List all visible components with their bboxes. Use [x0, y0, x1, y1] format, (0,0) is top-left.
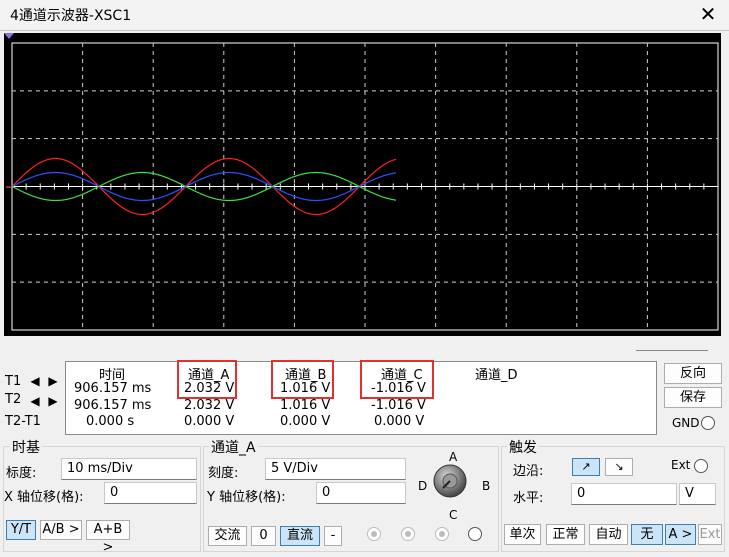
waveform-plot: [4, 33, 719, 331]
t2-t1-channel-a: 0.000 V: [184, 414, 235, 429]
t1-right-arrow-icon[interactable]: ▶: [45, 373, 61, 389]
minus-button[interactable]: -: [324, 526, 342, 546]
timebase-title: 时基: [10, 437, 42, 457]
ac-coupling-button[interactable]: 交流: [208, 526, 247, 546]
channel-radio-3[interactable]: [435, 527, 449, 541]
channel-scale-field[interactable]: 5 V/Div: [265, 458, 406, 480]
window-title: 4通道示波器-XSC1: [10, 8, 132, 24]
t2-channel-a: 2.032 V: [184, 398, 235, 413]
trigger-level-unit[interactable]: V: [679, 483, 716, 505]
t2-t1-label: T2-T1: [5, 414, 41, 429]
trigger-level-field[interactable]: 0: [571, 483, 677, 505]
channel-selector-knob-icon[interactable]: [432, 463, 468, 499]
falling-edge-button[interactable]: ↘: [605, 458, 633, 476]
rising-edge-button[interactable]: ↗: [572, 458, 600, 476]
x-offset-field[interactable]: 0: [104, 482, 197, 504]
timebase-scale-field[interactable]: 10 ms/Div: [61, 458, 197, 480]
x-offset-label: X 轴位移(格):: [4, 490, 84, 505]
t2-time: 906.157 ms: [74, 398, 152, 413]
ext-source-button[interactable]: Ext: [698, 524, 722, 545]
reverse-button[interactable]: 反向: [664, 363, 722, 384]
auto-trigger-button[interactable]: 自动: [589, 524, 628, 545]
t2-channel-b: 1.016 V: [280, 398, 331, 413]
normal-trigger-button[interactable]: 正常: [546, 524, 585, 545]
t2-left-arrow-icon[interactable]: ◀: [27, 393, 43, 409]
gnd-radio[interactable]: [701, 416, 715, 430]
measurement-readout: 时间 通道_A 通道_B 通道_C 通道_D 906.157 ms 2.032 …: [65, 360, 657, 435]
oscilloscope-screen[interactable]: [4, 33, 721, 336]
channel-scale-label: 刻度:: [208, 466, 239, 481]
ext-label: Ext: [671, 458, 691, 472]
yt-mode-button[interactable]: Y/T: [6, 520, 36, 540]
aplusb-mode-button[interactable]: A+B >: [86, 520, 130, 555]
cursor-t1-label: T1: [5, 374, 22, 389]
a-source-button[interactable]: A >: [665, 524, 696, 545]
channel-radio-4[interactable]: [468, 527, 482, 541]
channel-radio-2[interactable]: [401, 527, 415, 541]
cursor-t2-label: T2: [5, 392, 22, 407]
panel-divider: [636, 350, 708, 352]
knob-label-b: B: [482, 479, 491, 493]
t1-time: 906.157 ms: [74, 381, 152, 396]
trigger-edge-label: 边沿:: [513, 464, 544, 479]
highlight-box-b: [271, 360, 334, 399]
zero-coupling-button[interactable]: 0: [251, 526, 276, 546]
knob-label-a: A: [449, 450, 458, 464]
timebase-scale-label: 标度:: [6, 466, 37, 481]
save-button[interactable]: 保存: [664, 387, 722, 408]
ab-mode-button[interactable]: A/B >: [40, 520, 82, 540]
knob-label-c: C: [449, 508, 458, 522]
t2-t1-channel-c: 0.000 V: [374, 414, 425, 429]
channel-d-header: 通道_D: [475, 368, 518, 383]
y-offset-field[interactable]: 0: [316, 482, 406, 504]
t1-left-arrow-icon[interactable]: ◀: [27, 373, 43, 389]
trigger-level-label: 水平:: [513, 491, 544, 506]
t2-t1-channel-b: 0.000 V: [280, 414, 331, 429]
highlight-box-a: [177, 360, 237, 399]
trigger-marker-icon: [4, 33, 14, 39]
y-offset-label: Y 轴位移(格):: [207, 490, 286, 505]
t2-right-arrow-icon[interactable]: ▶: [45, 393, 61, 409]
t2-t1-time: 0.000 s: [86, 414, 135, 429]
ext-radio[interactable]: [694, 459, 708, 473]
highlight-box-c: [360, 360, 434, 399]
dc-coupling-button[interactable]: 直流: [280, 526, 320, 546]
t2-channel-c: -1.016 V: [371, 398, 426, 413]
none-trigger-button[interactable]: 无: [631, 524, 663, 545]
gnd-label: GND: [672, 416, 700, 430]
channel-title: 通道_A: [209, 437, 258, 457]
knob-label-d: D: [418, 479, 428, 493]
channel-radio-1[interactable]: [367, 527, 381, 541]
trigger-title: 触发: [507, 437, 539, 457]
close-icon[interactable]: ✕: [696, 2, 720, 26]
single-trigger-button[interactable]: 单次: [504, 524, 541, 545]
